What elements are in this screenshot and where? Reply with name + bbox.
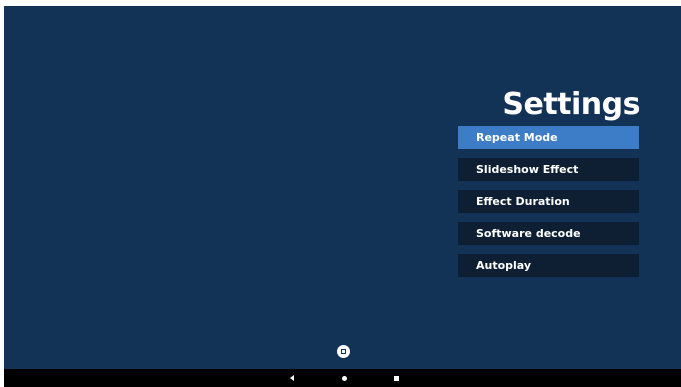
square-in-circle-icon (341, 349, 346, 354)
home-circle-icon (341, 375, 347, 381)
back-triangle-icon (290, 375, 294, 381)
nav-home-button[interactable] (335, 369, 353, 387)
nav-recent-apps-button[interactable] (387, 369, 405, 387)
nav-back-button[interactable] (283, 369, 301, 387)
menu-item-effect-duration[interactable]: Effect Duration (458, 190, 639, 213)
menu-item-software-decode[interactable]: Software decode (458, 222, 639, 245)
app-screen: Settings Repeat Mode Slideshow Effect Ef… (4, 6, 681, 387)
menu-item-repeat-mode[interactable]: Repeat Mode (458, 126, 639, 149)
settings-menu: Repeat Mode Slideshow Effect Effect Dura… (458, 126, 639, 286)
navigation-bar (4, 369, 681, 387)
settings-title: Settings (502, 87, 640, 122)
recent-apps-square-icon (393, 375, 399, 381)
menu-item-slideshow-effect[interactable]: Slideshow Effect (458, 158, 639, 181)
floating-action-button[interactable] (337, 345, 350, 358)
menu-item-autoplay[interactable]: Autoplay (458, 254, 639, 277)
